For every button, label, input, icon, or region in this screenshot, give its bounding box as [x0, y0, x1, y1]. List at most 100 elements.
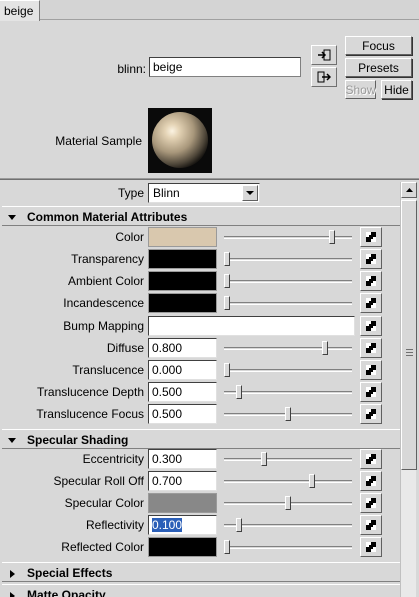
checker-map-icon: [366, 454, 376, 464]
map-button[interactable]: [360, 271, 382, 291]
eccentricity-slider[interactable]: [222, 450, 354, 468]
section-special-effects[interactable]: Special Effects: [2, 562, 400, 582]
attribute-header: blinn: Focus Presets Show Hide Material …: [0, 21, 419, 179]
section-title: Common Material Attributes: [27, 210, 188, 224]
expanded-triangle-icon: [8, 438, 16, 443]
map-button[interactable]: [360, 493, 382, 513]
diffuse-slider[interactable]: [222, 339, 354, 357]
checker-map-icon: [366, 520, 376, 530]
slider-thumb[interactable]: [309, 474, 316, 488]
slider-thumb[interactable]: [224, 363, 230, 377]
checker-map-icon: [366, 498, 376, 508]
attr-row-bump-mapping: Bump Mapping: [0, 315, 400, 337]
color-swatch[interactable]: [148, 227, 217, 247]
attribute-panel: Type Blinn Common Material Attributes Co…: [0, 179, 419, 597]
slider-thumb[interactable]: [236, 385, 243, 399]
section-matte-opacity[interactable]: Matte Opacity: [2, 584, 400, 597]
slider-thumb[interactable]: [285, 407, 291, 421]
map-button[interactable]: [360, 471, 382, 491]
map-button[interactable]: [360, 316, 382, 336]
attr-label: Translucence Depth: [37, 385, 144, 399]
map-button[interactable]: [360, 537, 382, 557]
presets-button[interactable]: Presets: [345, 58, 412, 77]
slider-thumb[interactable]: [224, 274, 230, 288]
scroll-up-button[interactable]: [401, 182, 417, 198]
checker-map-icon: [366, 387, 376, 397]
attr-label: Incandescence: [63, 296, 144, 310]
material-sample-label: Material Sample: [55, 134, 142, 148]
specular-color-swatch[interactable]: [148, 493, 217, 513]
input-connection-icon: [318, 49, 331, 61]
slider-thumb[interactable]: [224, 296, 230, 310]
color-slider[interactable]: [222, 228, 354, 246]
hide-button[interactable]: Hide: [381, 80, 412, 99]
attr-row-reflected-color: Reflected Color: [0, 536, 400, 558]
map-button[interactable]: [360, 382, 382, 402]
ambient-color-swatch[interactable]: [148, 271, 217, 291]
section-common-material-attributes[interactable]: Common Material Attributes: [2, 206, 400, 226]
show-button[interactable]: Show: [345, 80, 376, 99]
checker-map-icon: [366, 365, 376, 375]
reflectivity-field[interactable]: 0.100: [148, 515, 217, 535]
attr-label: Bump Mapping: [63, 319, 144, 333]
tab-beige[interactable]: beige: [0, 0, 41, 21]
attr-row-translucence-focus: Translucence Focus: [0, 403, 400, 425]
output-connection-icon: [317, 71, 331, 83]
incandescence-swatch[interactable]: [148, 293, 217, 313]
slider-thumb[interactable]: [224, 252, 230, 266]
slider-thumb[interactable]: [321, 341, 328, 355]
map-button[interactable]: [360, 360, 382, 380]
collapsed-triangle-icon: [10, 592, 15, 597]
eccentricity-field[interactable]: [148, 449, 217, 469]
input-connection-button[interactable]: [311, 45, 337, 65]
slider-thumb[interactable]: [285, 496, 291, 510]
map-button[interactable]: [360, 249, 382, 269]
scroll-thumb[interactable]: [401, 200, 417, 470]
attr-label: Color: [115, 230, 144, 244]
type-dropdown[interactable]: Blinn: [148, 183, 260, 203]
checker-map-icon: [366, 409, 376, 419]
attr-row-incandescence: Incandescence: [0, 292, 400, 314]
translucence-focus-field[interactable]: [148, 404, 217, 424]
node-name-input[interactable]: [149, 57, 301, 77]
specular-roll-off-slider[interactable]: [222, 472, 354, 490]
attr-row-reflectivity: Reflectivity 0.100: [0, 514, 400, 536]
section-specular-shading[interactable]: Specular Shading: [2, 429, 400, 449]
translucence-depth-field[interactable]: [148, 382, 217, 402]
vertical-scrollbar[interactable]: [400, 182, 417, 597]
slider-thumb[interactable]: [236, 518, 243, 532]
ambient-color-slider[interactable]: [222, 272, 354, 290]
incandescence-slider[interactable]: [222, 294, 354, 312]
map-button[interactable]: [360, 404, 382, 424]
chevron-up-icon: [405, 188, 413, 192]
bump-mapping-field[interactable]: [148, 316, 355, 336]
checker-map-icon: [366, 476, 376, 486]
diffuse-field[interactable]: [148, 338, 217, 358]
translucence-field[interactable]: [148, 360, 217, 380]
slider-thumb[interactable]: [328, 230, 335, 244]
transparency-slider[interactable]: [222, 250, 354, 268]
reflectivity-slider[interactable]: [222, 516, 354, 534]
checker-map-icon: [366, 276, 376, 286]
slider-thumb[interactable]: [224, 540, 230, 554]
map-button[interactable]: [360, 293, 382, 313]
translucence-focus-slider[interactable]: [222, 405, 354, 423]
specular-roll-off-field[interactable]: [148, 471, 217, 491]
specular-color-slider[interactable]: [222, 494, 354, 512]
map-button[interactable]: [360, 449, 382, 469]
map-button[interactable]: [360, 227, 382, 247]
output-connection-button[interactable]: [311, 67, 337, 87]
attr-row-diffuse: Diffuse: [0, 337, 400, 359]
translucence-depth-slider[interactable]: [222, 383, 354, 401]
map-button[interactable]: [360, 515, 382, 535]
reflected-color-swatch[interactable]: [148, 537, 217, 557]
reflectivity-value-selected: 0.100: [152, 518, 183, 532]
transparency-swatch[interactable]: [148, 249, 217, 269]
chevron-down-icon[interactable]: [242, 185, 258, 201]
translucence-slider[interactable]: [222, 361, 354, 379]
focus-button[interactable]: Focus: [345, 36, 412, 55]
slider-thumb[interactable]: [260, 452, 267, 466]
type-row: Type Blinn: [0, 182, 400, 204]
reflected-color-slider[interactable]: [222, 538, 354, 556]
map-button[interactable]: [360, 338, 382, 358]
